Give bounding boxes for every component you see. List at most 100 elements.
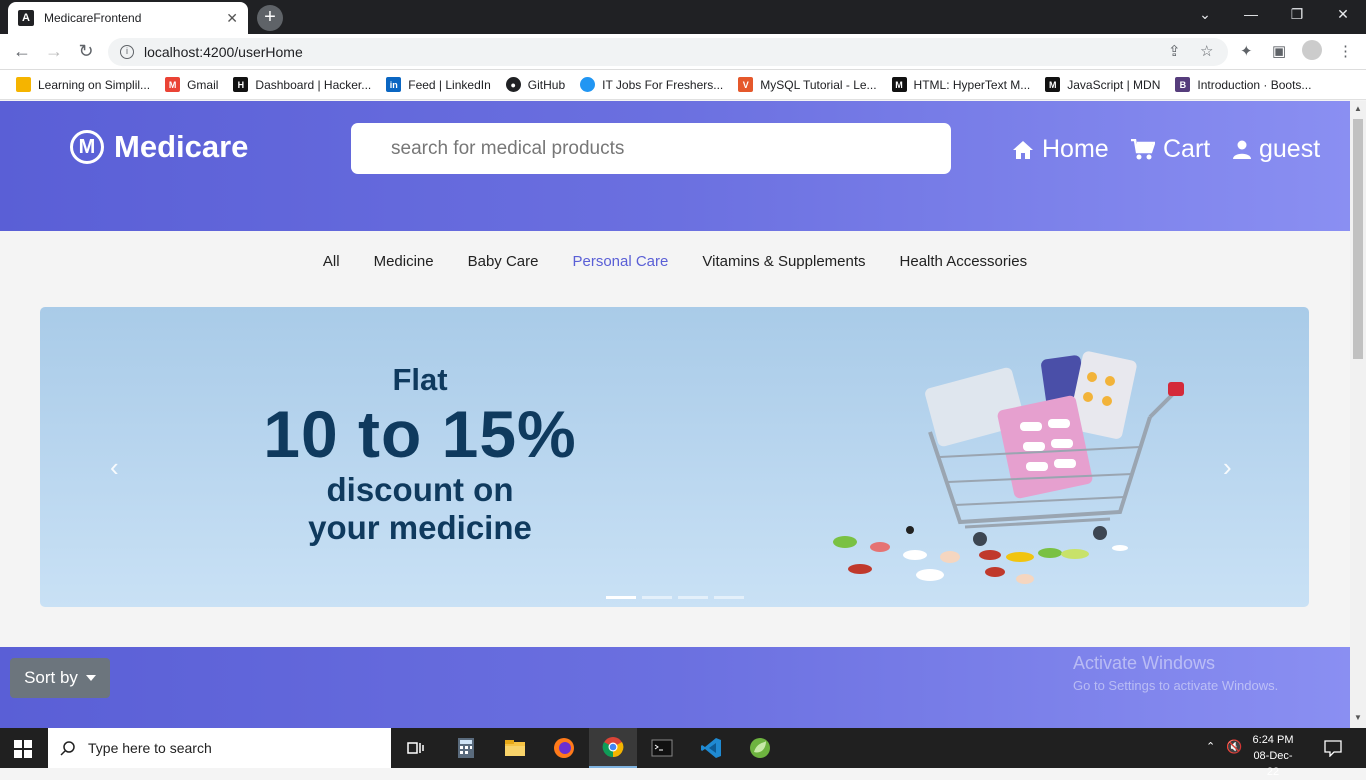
bookmark-item[interactable]: V MySQL Tutorial - Le... — [738, 77, 877, 92]
category-personal-care[interactable]: Personal Care — [572, 253, 668, 270]
reload-icon[interactable]: ↻ — [74, 41, 98, 62]
bookmarks-bar: Learning on Simplil... M Gmail H Dashboard… — [0, 70, 1366, 100]
taskbar-search-box[interactable]: Type here to search — [48, 728, 391, 768]
sort-by-dropdown[interactable]: Sort by — [10, 658, 110, 698]
tab-title: MedicareFrontend — [44, 11, 142, 25]
promo-line-2: 10 to 15% — [263, 397, 577, 471]
info-icon[interactable]: i — [120, 45, 134, 59]
address-bar[interactable]: i localhost:4200/userHome — [108, 38, 1228, 66]
nav-cart-link[interactable]: Cart — [1131, 135, 1210, 164]
search-input[interactable] — [351, 123, 951, 174]
brand-logo[interactable]: M Medicare — [70, 129, 248, 165]
scroll-down-arrow-icon[interactable]: ▼ — [1354, 713, 1362, 722]
category-medicine[interactable]: Medicine — [374, 253, 434, 270]
new-tab-button[interactable]: + — [257, 5, 283, 31]
speaker-muted-icon[interactable]: 🔇 — [1226, 739, 1242, 755]
carousel-next-icon[interactable]: › — [1223, 452, 1232, 483]
carousel-indicator[interactable] — [606, 596, 636, 599]
bookmark-item[interactable]: H Dashboard | Hacker... — [233, 77, 371, 92]
user-icon — [1233, 140, 1251, 159]
carousel-indicator[interactable] — [678, 596, 708, 599]
menu-dots-icon[interactable]: ⋮ — [1338, 42, 1353, 60]
carousel-indicator[interactable] — [642, 596, 672, 599]
bookmark-label: Learning on Simplil... — [38, 77, 151, 92]
products-toolbar: Sort by Activate Windows Go to Settings … — [0, 647, 1350, 728]
bookmark-label: Feed | LinkedIn — [408, 77, 491, 92]
nav-home-label: Home — [1042, 135, 1109, 163]
bookmark-item[interactable]: IT Jobs For Freshers... — [580, 77, 723, 92]
spring-tools-icon[interactable] — [736, 728, 784, 768]
category-nav: All Medicine Baby Care Personal Care Vit… — [0, 231, 1350, 291]
bookmark-item[interactable]: M HTML: HyperText M... — [891, 77, 1031, 92]
chrome-icon[interactable] — [589, 728, 637, 768]
page-scrollbar[interactable]: ▲ ▼ — [1350, 101, 1366, 728]
scrollbar-thumb[interactable] — [1353, 119, 1363, 359]
taskbar-search-placeholder: Type here to search — [88, 740, 212, 756]
page-content: M Medicare Home Cart guest All Medicine … — [0, 101, 1350, 728]
cart-icon — [1131, 138, 1155, 159]
category-vitamins-supplements[interactable]: Vitamins & Supplements — [702, 253, 865, 270]
nav-cart-label: Cart — [1163, 135, 1211, 163]
category-health-accessories[interactable]: Health Accessories — [900, 253, 1028, 270]
bookmark-item[interactable]: M Gmail — [165, 77, 218, 92]
mysql-icon: V — [738, 77, 754, 92]
task-view-icon[interactable] — [392, 728, 440, 768]
bookmark-label: Dashboard | Hacker... — [255, 77, 372, 92]
bookmark-item[interactable]: Learning on Simplil... — [16, 77, 150, 92]
bookmark-star-icon[interactable]: ☆ — [1200, 42, 1213, 60]
browser-tab[interactable]: A MedicareFrontend ✕ — [8, 2, 248, 34]
nav-user-label: guest — [1259, 135, 1321, 163]
bookmark-label: Gmail — [187, 77, 219, 92]
site-header: M Medicare Home Cart guest — [0, 101, 1350, 231]
bookmark-item[interactable]: M JavaScript | MDN — [1045, 77, 1160, 92]
bookmark-item[interactable]: B Introduction · Boots... — [1175, 77, 1311, 92]
restore-button[interactable]: ❐ — [1286, 6, 1308, 23]
minimize-button[interactable]: — — [1240, 6, 1262, 22]
carousel-indicator[interactable] — [714, 596, 744, 599]
activate-windows-watermark: Activate Windows Go to Settings to activ… — [1073, 653, 1278, 693]
share-icon[interactable]: ⇪ — [1168, 42, 1181, 60]
angular-favicon-icon: A — [18, 10, 34, 26]
nav-home-link[interactable]: Home — [1012, 135, 1109, 164]
clock-time: 6:24 PM — [1252, 734, 1294, 746]
hackerrank-icon: H — [233, 77, 249, 92]
carousel-indicators — [606, 596, 750, 599]
nav-user-link[interactable]: guest — [1233, 135, 1320, 164]
back-arrow-icon[interactable]: ← — [10, 41, 34, 62]
scroll-up-arrow-icon[interactable]: ▲ — [1354, 104, 1362, 113]
forward-arrow-icon[interactable]: → — [42, 41, 66, 62]
calculator-icon[interactable] — [442, 728, 490, 768]
close-tab-icon[interactable]: ✕ — [226, 10, 238, 27]
promo-line-1: Flat — [392, 362, 448, 397]
clock-date: 08-Dec-22 — [1253, 750, 1293, 778]
profile-avatar[interactable] — [1302, 40, 1322, 60]
windows-start-icon[interactable] — [14, 740, 32, 758]
vscode-icon[interactable] — [687, 728, 735, 768]
url-text: localhost:4200/userHome — [144, 44, 303, 60]
linkedin-icon: in — [386, 77, 402, 92]
close-window-button[interactable]: ✕ — [1332, 6, 1354, 23]
bootstrap-icon: B — [1175, 77, 1191, 92]
bookmark-item[interactable]: in Feed | LinkedIn — [386, 77, 491, 92]
terminal-icon[interactable] — [638, 728, 686, 768]
promo-text: Flat 10 to 15% discount on your medicine — [40, 362, 800, 546]
chevron-up-icon[interactable]: ⌃ — [1206, 740, 1215, 753]
firefox-icon[interactable] — [540, 728, 588, 768]
caret-down-icon — [85, 675, 96, 681]
sort-by-label: Sort by — [24, 668, 78, 687]
gmail-icon: M — [165, 77, 181, 92]
watermark-title: Activate Windows — [1073, 653, 1216, 673]
extensions-puzzle-icon[interactable]: ✦ — [1240, 42, 1253, 60]
side-panel-icon[interactable]: ▣ — [1272, 42, 1286, 60]
brand-name: Medicare — [114, 129, 249, 164]
mdn-icon: M — [891, 77, 907, 92]
file-explorer-icon[interactable] — [491, 728, 539, 768]
carousel-prev-icon[interactable]: ‹ — [110, 452, 119, 483]
taskbar-clock[interactable]: 6:24 PM 08-Dec-22 — [1250, 732, 1296, 780]
bookmark-label: HTML: HyperText M... — [913, 77, 1031, 92]
tab-search-icon[interactable]: ⌄ — [1194, 6, 1216, 23]
notifications-icon[interactable] — [1324, 739, 1342, 762]
category-baby-care[interactable]: Baby Care — [468, 253, 539, 270]
bookmark-item[interactable]: ● GitHub — [505, 77, 565, 92]
category-all[interactable]: All — [323, 253, 340, 270]
